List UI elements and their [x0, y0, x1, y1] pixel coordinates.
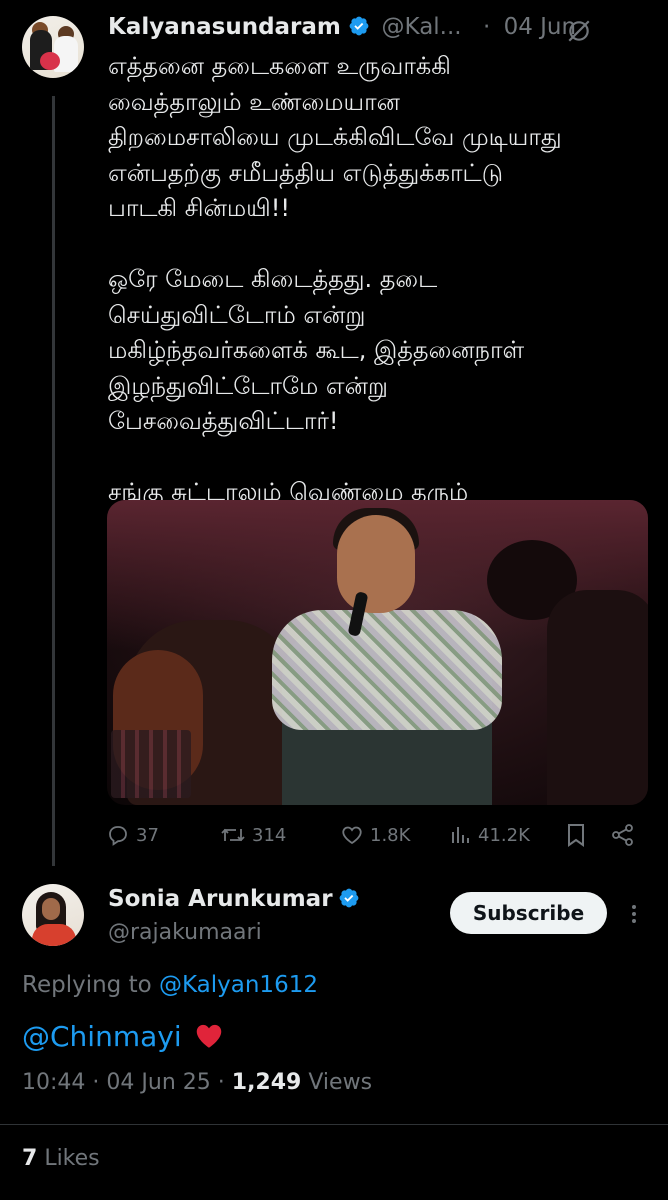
verified-badge-icon: [338, 887, 360, 913]
views-label: Views: [308, 1070, 373, 1095]
reply-header: Sonia Arunkumar: [108, 886, 360, 913]
reply-icon: [106, 823, 130, 847]
replying-to-link[interactable]: @Kalyan1612: [159, 972, 318, 998]
divider: [0, 1124, 668, 1125]
meta-dot-2: ·: [217, 1070, 225, 1095]
views-count-bold: 1,249: [231, 1070, 302, 1095]
reply-date[interactable]: 04 Jun 25: [106, 1070, 210, 1095]
tweet-media-photo[interactable]: [107, 500, 648, 805]
grok-icon[interactable]: [566, 18, 592, 48]
author-name[interactable]: Kalyanasundaram: [108, 14, 341, 40]
reply-author-handle[interactable]: @rajakumaari: [108, 920, 262, 945]
meta-dot-1: ·: [92, 1070, 100, 1095]
replying-to-line: Replying to @Kalyan1612: [22, 972, 318, 998]
repost-icon: [220, 823, 246, 847]
verified-badge-icon: [348, 15, 370, 43]
like-icon: [340, 823, 364, 847]
likes-label: Likes: [44, 1146, 100, 1171]
likes-summary[interactable]: 7 Likes: [22, 1146, 100, 1171]
reply-text: @Chinmayi: [22, 1020, 223, 1053]
subscribe-button[interactable]: Subscribe: [450, 892, 607, 934]
share-icon: [610, 822, 636, 848]
views-count: 41.2K: [478, 824, 530, 846]
separator-dot: ·: [482, 14, 491, 40]
heart-emoji: [195, 1023, 223, 1049]
bookmark-icon: [565, 822, 587, 848]
thread-line: [52, 96, 55, 866]
replying-prefix: Replying to: [22, 972, 152, 998]
reply-time[interactable]: 10:44: [22, 1070, 85, 1095]
more-icon[interactable]: [626, 902, 642, 930]
author-avatar[interactable]: [22, 16, 84, 78]
bookmark-button[interactable]: [565, 820, 587, 850]
views-button[interactable]: 41.2K: [450, 820, 530, 850]
tweet-header: Kalyanasundaram @Kal... · 04 Jun: [108, 14, 576, 43]
repost-count: 314: [252, 824, 287, 846]
author-handle[interactable]: @Kal...: [382, 14, 462, 40]
reply-button[interactable]: 37: [106, 820, 159, 850]
reply-meta: 10:44 · 04 Jun 25 · 1,249 Views: [22, 1070, 372, 1095]
reply-author-avatar[interactable]: [22, 884, 84, 946]
like-button[interactable]: 1.8K: [340, 820, 410, 850]
like-count: 1.8K: [370, 824, 411, 846]
repost-button[interactable]: 314: [220, 820, 286, 850]
share-button[interactable]: [610, 820, 636, 850]
tweet-text: எத்தனை தடைகளை உருவாக்கி வைத்தாலும் உண்மை…: [108, 52, 562, 506]
views-icon: [450, 823, 472, 847]
likes-count: 7: [22, 1146, 38, 1171]
reply-author-name[interactable]: Sonia Arunkumar: [108, 886, 333, 912]
reply-count: 37: [136, 824, 159, 846]
mention-link[interactable]: @Chinmayi: [22, 1020, 182, 1053]
